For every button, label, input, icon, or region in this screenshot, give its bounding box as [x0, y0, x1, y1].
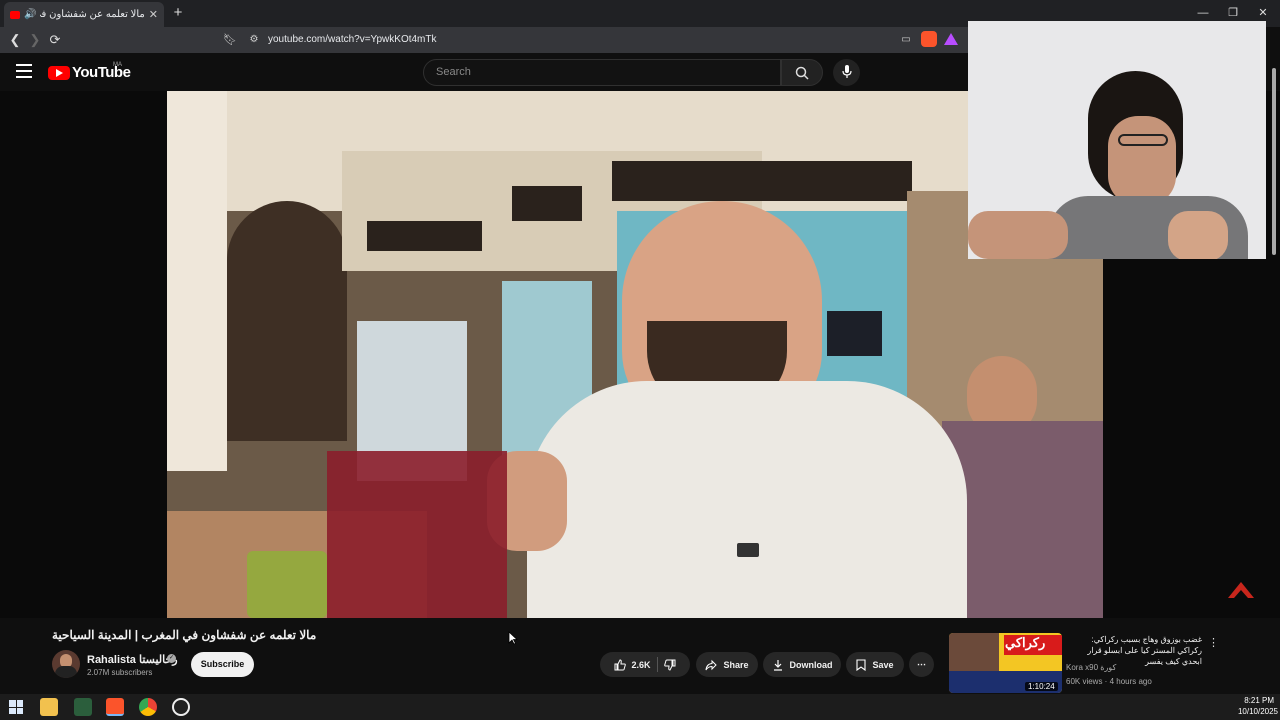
bookmark-save-icon	[856, 658, 867, 671]
share-arrow-icon	[705, 659, 718, 670]
reload-button[interactable]: ⟳	[46, 31, 64, 49]
like-dislike-group[interactable]: 2.6K	[600, 652, 690, 677]
thumbnail-text: ركراكي	[1005, 635, 1046, 650]
voice-search-button[interactable]	[833, 59, 860, 86]
brave-browser-icon[interactable]	[106, 698, 124, 716]
share-label: Share	[723, 659, 749, 670]
subscriber-count: 2.07M subscribers	[87, 668, 153, 677]
clock-time[interactable]: 8:21 PM	[1238, 696, 1274, 705]
thumbs-down-icon[interactable]	[663, 659, 676, 671]
recommended-more-icon[interactable]: ⋮	[1208, 636, 1219, 650]
like-count: 2.6K	[631, 659, 651, 670]
file-explorer-icon[interactable]	[40, 698, 58, 716]
more-actions-button[interactable]: ⋯	[909, 652, 934, 677]
channel-avatar[interactable]	[52, 650, 80, 678]
page-scrollbar[interactable]	[1272, 68, 1276, 255]
download-label: Download	[789, 659, 833, 670]
close-window-button[interactable]: ✕	[1248, 4, 1278, 22]
microphone-icon	[841, 65, 852, 78]
restore-button[interactable]: ❐	[1218, 4, 1248, 22]
download-icon	[773, 659, 782, 671]
search-input[interactable]: Search	[423, 59, 781, 86]
share-button[interactable]: Share	[696, 652, 758, 677]
mouse-cursor-icon	[508, 631, 518, 645]
minimize-button[interactable]: —	[1188, 4, 1218, 22]
search-icon	[795, 66, 809, 80]
obs-icon[interactable]	[172, 698, 190, 716]
speaker-icon[interactable]: 🔊	[24, 9, 36, 20]
bookmark-icon[interactable]: 🔖︎	[222, 31, 238, 49]
video-frame[interactable]	[167, 91, 1103, 618]
verified-badge-icon: ✓	[167, 654, 176, 663]
search-button[interactable]	[781, 59, 823, 86]
save-label: Save	[872, 659, 894, 670]
windows-start-icon[interactable]	[9, 700, 23, 714]
recommended-meta: 60K views · 4 hours ago	[1066, 677, 1152, 686]
region-code: MA	[113, 62, 122, 68]
webcam-overlay	[968, 21, 1266, 259]
clock-date[interactable]: 10/10/2025	[1232, 707, 1278, 716]
tab-title: مالا تعلمه عن شفشاون في الـ	[40, 9, 145, 20]
download-button[interactable]: Download	[763, 652, 841, 677]
tab-close-icon[interactable]: ✕	[149, 8, 158, 21]
like-divider	[656, 657, 658, 672]
recommended-channel[interactable]: Kora x90 كورة	[1066, 663, 1116, 672]
subscribe-button[interactable]: Subscribe	[191, 652, 254, 677]
save-button[interactable]: Save	[846, 652, 904, 677]
windows-taskbar	[0, 694, 1280, 720]
like-button[interactable]: 2.6K	[614, 658, 651, 671]
site-settings-icon[interactable]: ⚙︎	[246, 31, 262, 49]
forward-button[interactable]: ❯	[26, 31, 44, 49]
app-icon[interactable]	[74, 698, 92, 716]
url-field[interactable]: youtube.com/watch?v=YpwkKOt4mTk	[268, 31, 888, 49]
browser-tab[interactable]: 🔊 مالا تعلمه عن شفشاون في الـ ✕	[4, 2, 164, 27]
hamburger-menu-icon[interactable]	[16, 64, 32, 78]
video-duration: 1:10:24	[1025, 682, 1058, 691]
channel-name[interactable]: Rahalista رحاليستا	[87, 653, 178, 666]
thumbs-up-icon	[614, 658, 627, 670]
youtube-logo-icon[interactable]	[48, 66, 70, 80]
new-tab-button[interactable]: +	[170, 4, 186, 22]
back-button[interactable]: ❮	[6, 31, 24, 49]
brave-rewards-icon[interactable]	[944, 33, 958, 45]
brave-shields-icon[interactable]	[921, 31, 937, 47]
chrome-icon[interactable]	[139, 698, 157, 716]
cast-icon[interactable]: ▭	[898, 31, 914, 49]
youtube-favicon-icon	[10, 10, 20, 19]
channel-watermark-icon[interactable]	[1226, 578, 1256, 600]
